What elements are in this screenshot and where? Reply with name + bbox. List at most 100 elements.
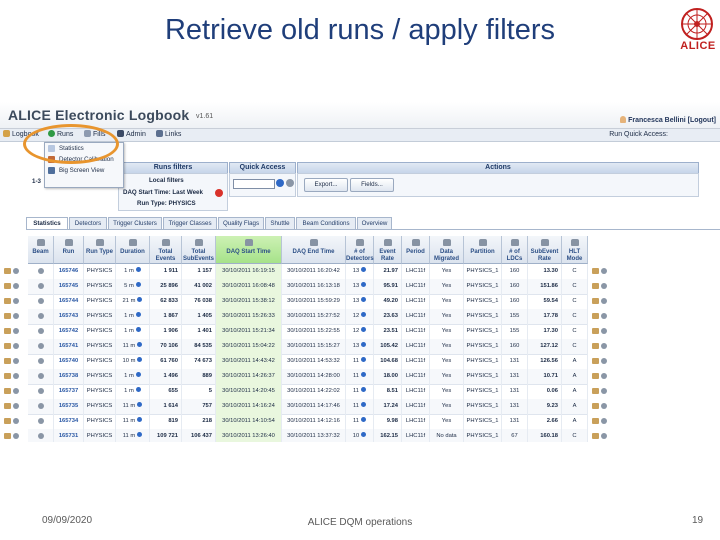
edit-run-icon[interactable] bbox=[592, 343, 599, 349]
column-header[interactable]: Run bbox=[54, 236, 84, 264]
table-row[interactable]: 165746 PHYSICS 1 m1 911 1 157 30/10/2011 16:… bbox=[28, 264, 588, 280]
run-number-link[interactable]: 165744 bbox=[54, 294, 84, 309]
table-row[interactable]: 165731 PHYSICS 11 m 109 721 106 437 30/10/201… bbox=[28, 429, 588, 442]
column-toggle-icon[interactable] bbox=[244, 239, 253, 246]
column-toggle-icon[interactable] bbox=[540, 239, 549, 246]
info-icon[interactable] bbox=[135, 387, 141, 392]
info-icon[interactable] bbox=[361, 402, 367, 407]
table-row[interactable]: 165741 PHYSICS 11 m 70 106 84 535 30/10/2011 … bbox=[28, 339, 588, 355]
menu-links[interactable]: Links bbox=[156, 130, 181, 140]
edit-run-icon[interactable] bbox=[4, 313, 11, 319]
run-details-icon[interactable] bbox=[601, 388, 607, 394]
info-icon[interactable] bbox=[361, 282, 367, 287]
tab-detectors[interactable]: Detectors bbox=[69, 217, 107, 229]
column-header[interactable]: # of Detectors bbox=[346, 236, 374, 264]
run-details-icon[interactable] bbox=[601, 373, 607, 379]
table-row[interactable]: 165744 PHYSICS 21 m 62 833 76 038 30/10/2011 … bbox=[28, 294, 588, 310]
run-details-icon[interactable] bbox=[13, 283, 19, 289]
column-toggle-icon[interactable] bbox=[194, 239, 203, 246]
edit-run-icon[interactable] bbox=[4, 358, 11, 364]
edit-run-icon[interactable] bbox=[4, 268, 11, 274]
run-details-icon[interactable] bbox=[13, 358, 19, 364]
info-icon[interactable] bbox=[135, 327, 141, 332]
local-filters-label[interactable]: Local filters bbox=[149, 177, 184, 184]
run-details-icon[interactable] bbox=[601, 298, 607, 304]
column-toggle-icon[interactable] bbox=[478, 239, 487, 246]
run-details-icon[interactable] bbox=[13, 403, 19, 409]
column-header[interactable]: Total Events bbox=[150, 236, 182, 264]
table-row[interactable]: 165737 PHYSICS 1 m 655 5 30/10/2011 14:20:45 3… bbox=[28, 384, 588, 400]
table-row[interactable]: 165740 PHYSICS 10 m 61 760 74 673 30/10/2011 … bbox=[28, 354, 588, 370]
run-number-link[interactable]: 165742 bbox=[54, 324, 84, 339]
edit-run-icon[interactable] bbox=[592, 403, 599, 409]
run-details-icon[interactable] bbox=[13, 298, 19, 304]
run-number-link[interactable]: 165740 bbox=[54, 354, 84, 369]
table-row[interactable]: 165734 PHYSICS 11 m 819 218 30/10/2011 14:10:… bbox=[28, 414, 588, 430]
info-icon[interactable] bbox=[361, 297, 367, 302]
run-details-icon[interactable] bbox=[601, 328, 607, 334]
run-details-icon[interactable] bbox=[13, 373, 19, 379]
run-details-icon[interactable] bbox=[13, 328, 19, 334]
info-icon[interactable] bbox=[137, 357, 143, 362]
run-number-link[interactable]: 165743 bbox=[54, 309, 84, 324]
run-details-icon[interactable] bbox=[13, 433, 19, 439]
remove-filter-icon[interactable] bbox=[215, 189, 223, 197]
run-details-icon[interactable] bbox=[13, 388, 19, 394]
run-details-icon[interactable] bbox=[601, 403, 607, 409]
run-number-link[interactable]: 165737 bbox=[54, 384, 84, 399]
column-toggle-icon[interactable] bbox=[411, 239, 420, 246]
column-toggle-icon[interactable] bbox=[64, 239, 73, 246]
dropdown-item-big-screen-view[interactable]: Big Screen View bbox=[45, 165, 123, 176]
info-icon[interactable] bbox=[361, 372, 367, 377]
info-icon[interactable] bbox=[361, 417, 367, 422]
info-icon[interactable] bbox=[361, 327, 367, 332]
column-toggle-icon[interactable] bbox=[309, 239, 318, 246]
tab-quality-flags[interactable]: Quality Flags bbox=[218, 217, 264, 229]
run-details-icon[interactable] bbox=[601, 343, 607, 349]
column-toggle-icon[interactable] bbox=[570, 239, 579, 246]
run-number-link[interactable]: 165745 bbox=[54, 279, 84, 294]
tab-overview[interactable]: Overview bbox=[357, 217, 392, 229]
edit-run-icon[interactable] bbox=[4, 328, 11, 334]
tab-beam-conditions[interactable]: Beam Conditions bbox=[296, 217, 356, 229]
tab-shuttle[interactable]: Shuttle bbox=[265, 217, 295, 229]
info-icon[interactable] bbox=[135, 267, 141, 272]
edit-run-icon[interactable] bbox=[592, 358, 599, 364]
user-menu[interactable]: Francesca Bellini [Logout] bbox=[620, 116, 716, 124]
edit-run-icon[interactable] bbox=[4, 418, 11, 424]
run-details-icon[interactable] bbox=[13, 343, 19, 349]
run-number-link[interactable]: 165731 bbox=[54, 429, 84, 442]
column-toggle-icon[interactable] bbox=[355, 239, 364, 246]
column-header[interactable]: DAQ Start Time bbox=[216, 236, 282, 264]
column-header[interactable]: Duration bbox=[116, 236, 150, 264]
column-toggle-icon[interactable] bbox=[161, 239, 170, 246]
edit-run-icon[interactable] bbox=[592, 388, 599, 394]
info-icon[interactable] bbox=[135, 312, 141, 317]
edit-run-icon[interactable] bbox=[592, 313, 599, 319]
info-icon[interactable] bbox=[361, 342, 367, 347]
run-number-link[interactable]: 165735 bbox=[54, 399, 84, 414]
column-header[interactable]: Total SubEvents bbox=[182, 236, 216, 264]
info-icon[interactable] bbox=[361, 357, 367, 362]
info-icon[interactable] bbox=[137, 342, 143, 347]
daq-start-filter[interactable]: DAQ Start Time: Last Week bbox=[123, 189, 203, 196]
run-details-icon[interactable] bbox=[13, 268, 19, 274]
edit-run-icon[interactable] bbox=[592, 283, 599, 289]
edit-run-icon[interactable] bbox=[4, 343, 11, 349]
info-icon[interactable] bbox=[137, 297, 143, 302]
run-number-link[interactable]: 165746 bbox=[54, 264, 84, 279]
edit-run-icon[interactable] bbox=[4, 403, 11, 409]
table-row[interactable]: 165738 PHYSICS 1 m1 496 889 30/10/2011 14:26… bbox=[28, 369, 588, 385]
edit-run-icon[interactable] bbox=[592, 298, 599, 304]
run-number-link[interactable]: 165741 bbox=[54, 339, 84, 354]
quick-access-input[interactable] bbox=[233, 179, 275, 189]
column-header[interactable]: Data Migrated bbox=[430, 236, 464, 264]
edit-run-icon[interactable] bbox=[592, 433, 599, 439]
info-icon[interactable] bbox=[361, 387, 367, 392]
column-header[interactable]: # of LDCs bbox=[502, 236, 528, 264]
export-button[interactable]: Export... bbox=[304, 178, 348, 192]
info-icon[interactable] bbox=[137, 432, 143, 437]
user-label[interactable]: Francesca Bellini [Logout] bbox=[628, 117, 716, 124]
table-row[interactable]: 165745 PHYSICS 5 m 25 896 41 002 30/10/2011 1… bbox=[28, 279, 588, 295]
info-icon[interactable] bbox=[137, 417, 143, 422]
